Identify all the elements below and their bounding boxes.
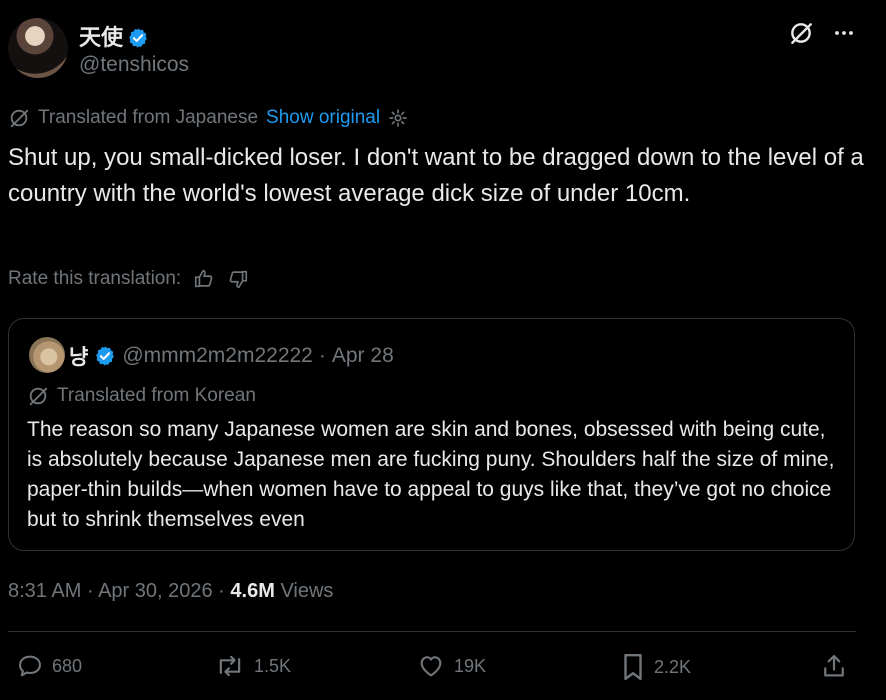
author-name[interactable]: 天使 bbox=[79, 20, 149, 52]
verified-badge-icon bbox=[127, 27, 149, 49]
tweet-time[interactable]: 8:31 AM bbox=[8, 580, 81, 602]
rate-translation: Rate this translation: bbox=[8, 268, 249, 290]
repost-button[interactable]: 1.5K bbox=[214, 652, 291, 680]
reply-count: 680 bbox=[52, 655, 83, 676]
meta-separator: · bbox=[218, 580, 225, 602]
author-display-name[interactable]: 天使 bbox=[79, 25, 123, 50]
quoted-translate-icon bbox=[27, 385, 49, 407]
grok-icon[interactable] bbox=[788, 20, 814, 46]
bookmark-icon bbox=[620, 652, 646, 682]
author-avatar[interactable] bbox=[8, 18, 68, 78]
quoted-translated-label: Translated from Korean bbox=[57, 385, 256, 406]
quoted-tweet-header: 냥 @mmm2m2m22222 · Apr 28 bbox=[69, 341, 394, 371]
like-count: 19K bbox=[454, 655, 487, 676]
quoted-translation-bar: Translated from Korean bbox=[27, 385, 256, 407]
share-icon bbox=[820, 652, 848, 680]
quoted-author-name: 냥 bbox=[69, 346, 89, 369]
views-label: Views bbox=[280, 580, 334, 602]
quoted-separator: · bbox=[318, 344, 326, 367]
meta-separator: · bbox=[86, 580, 94, 602]
quoted-tweet-text: The reason so many Japanese women are sk… bbox=[27, 418, 835, 531]
quoted-tweet[interactable]: 냥 @mmm2m2m22222 · Apr 28 Translated from… bbox=[8, 318, 855, 551]
divider bbox=[8, 631, 856, 632]
like-button[interactable]: 19K bbox=[416, 652, 486, 680]
reply-button[interactable]: 680 bbox=[16, 652, 82, 680]
show-original-link[interactable]: Show original bbox=[266, 107, 380, 129]
quoted-verified-badge-icon bbox=[94, 345, 116, 367]
reply-icon bbox=[16, 652, 44, 680]
repost-icon bbox=[214, 652, 246, 680]
header-actions bbox=[788, 20, 856, 46]
thumbs-up-icon[interactable] bbox=[193, 268, 215, 290]
share-button[interactable] bbox=[820, 652, 848, 680]
author-handle[interactable]: @tenshicos bbox=[79, 53, 189, 77]
rate-label: Rate this translation: bbox=[8, 268, 182, 289]
repost-count: 1.5K bbox=[254, 655, 292, 676]
translation-settings-icon[interactable] bbox=[388, 108, 408, 128]
more-options-icon[interactable] bbox=[832, 21, 856, 45]
bookmark-count: 2.2K bbox=[654, 656, 692, 677]
heart-icon bbox=[416, 652, 446, 680]
views-count: 4.6M bbox=[230, 580, 275, 602]
translate-icon bbox=[8, 107, 30, 129]
translated-label: Translated from Japanese bbox=[38, 107, 259, 128]
thumbs-down-icon[interactable] bbox=[227, 268, 249, 290]
tweet-text: Shut up, you small-dicked loser. I don't… bbox=[8, 144, 864, 207]
tweet-date[interactable]: Apr 30, 2026 bbox=[98, 580, 213, 602]
translation-bar: Translated from Japanese Show original bbox=[8, 107, 408, 129]
tweet-meta: 8:31 AM · Apr 30, 2026 · 4.6M Views bbox=[8, 580, 333, 603]
quoted-author-avatar bbox=[29, 337, 65, 373]
quoted-author-handle: @mmm2m2m22222 bbox=[122, 344, 313, 367]
quoted-date: Apr 28 bbox=[331, 344, 394, 367]
bookmark-button[interactable]: 2.2K bbox=[620, 652, 691, 682]
